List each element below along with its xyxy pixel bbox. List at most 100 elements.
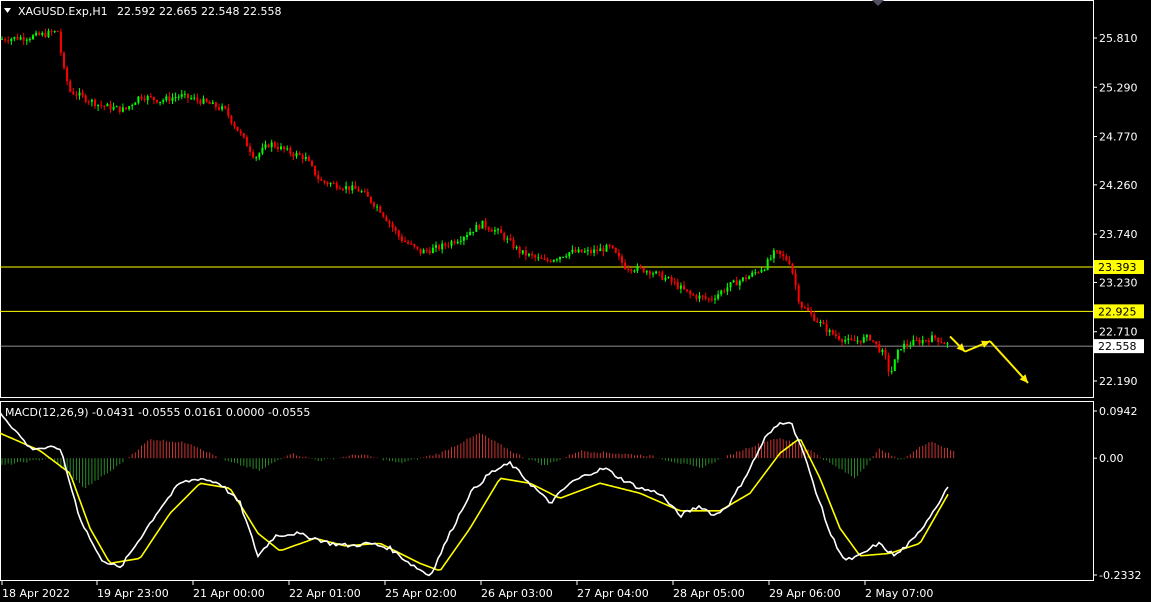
bear-candle [512,239,515,249]
bear-candle [927,340,930,343]
bull-candle [506,238,509,240]
x-tick-label: 21 Apr 00:00 [193,587,265,600]
bull-candle [652,273,654,275]
bull-candle [97,104,100,107]
bear-candle [596,249,599,252]
bear-candle [118,106,121,112]
bull-candle [32,35,34,40]
x-tick-label: 2 May 07:00 [865,587,933,600]
bear-candle [915,339,918,341]
bear-candle [906,343,909,346]
bear-candle [199,100,202,104]
macd-y-tick-label: 0.0942 [1099,405,1138,418]
x-tick-label: 26 Apr 03:00 [481,587,553,600]
bull-candle [890,370,893,372]
bear-candle [859,340,862,343]
bull-candle [112,106,115,110]
bull-candle [763,269,766,271]
bear-candle [621,256,623,263]
bull-candle [828,330,831,333]
bull-candle [376,206,379,208]
bear-candle [704,296,707,299]
bear-candle [348,186,351,191]
bear-candle [81,92,84,96]
bear-candle [326,182,329,185]
bull-candle [931,335,933,343]
bull-candle [345,186,348,190]
symbol-label: XAGUSD.Exp,H1 [18,5,108,18]
bear-candle [617,252,620,257]
y-tick-label: 23.230 [1099,276,1138,289]
bull-candle [53,31,56,33]
bear-candle [782,254,785,257]
bear-candle [404,240,406,242]
bull-candle [772,250,775,259]
bear-candle [487,227,490,230]
y-tick-label: 22.190 [1099,375,1138,388]
bear-candle [249,146,251,152]
bull-candle [35,32,38,36]
bear-candle [400,236,403,241]
bull-candle [255,157,258,159]
bear-candle [850,338,853,340]
bear-candle [44,32,47,37]
bull-candle [844,340,847,342]
bear-candle [800,301,803,308]
bull-candle [121,107,124,112]
bear-candle [66,67,69,82]
bear-candle [853,339,856,342]
bull-candle [881,349,884,353]
bear-candle [208,101,211,105]
bear-candle [444,243,447,246]
bull-candle [202,98,205,104]
bear-candle [813,313,816,321]
bull-candle [431,247,434,254]
bear-candle [87,101,90,103]
y-tick-label: 22.710 [1099,326,1138,339]
bear-candle [918,340,921,344]
bear-candle [624,262,627,270]
bull-candle [633,270,636,272]
bear-candle [363,191,366,193]
bear-candle [369,196,372,203]
bull-candle [856,340,859,342]
chart-canvas[interactable]: 25.810 25.290 24.770 24.260 23.740 23.230 22.7… [0,0,1151,602]
bull-candle [645,271,648,273]
bear-candle [7,40,10,42]
bull-candle [741,277,744,281]
bull-candle [497,229,499,231]
bull-candle [912,339,915,346]
bull-candle [466,235,468,238]
bear-candle [385,216,388,222]
bull-candle [493,230,496,232]
bull-candle [720,290,723,295]
bull-candle [555,259,558,261]
bear-candle [413,244,416,247]
bear-candle [63,52,65,68]
bull-candle [28,39,31,41]
bear-candle [943,342,946,345]
bear-candle [543,259,546,261]
bull-candle [568,252,571,257]
bull-candle [537,257,540,259]
bear-candle [292,153,295,157]
bull-candle [760,270,763,273]
bear-candle [428,250,431,254]
bull-candle [221,106,224,110]
bull-candle [655,271,658,274]
bear-candle [825,324,828,333]
bull-candle [146,96,149,101]
bear-candle [673,281,676,283]
bear-candle [447,245,450,247]
x-tick-label: 18 Apr 2022 [2,587,70,600]
bear-candle [38,32,41,35]
bull-candle [469,232,472,236]
bear-candle [224,106,227,109]
bear-candle [103,105,106,107]
bear-candle [590,250,592,253]
bear-candle [419,248,422,254]
x-tick-label: 27 Apr 04:00 [577,587,649,600]
bear-candle [245,137,248,147]
bull-candle [422,249,425,254]
bear-candle [785,256,788,261]
